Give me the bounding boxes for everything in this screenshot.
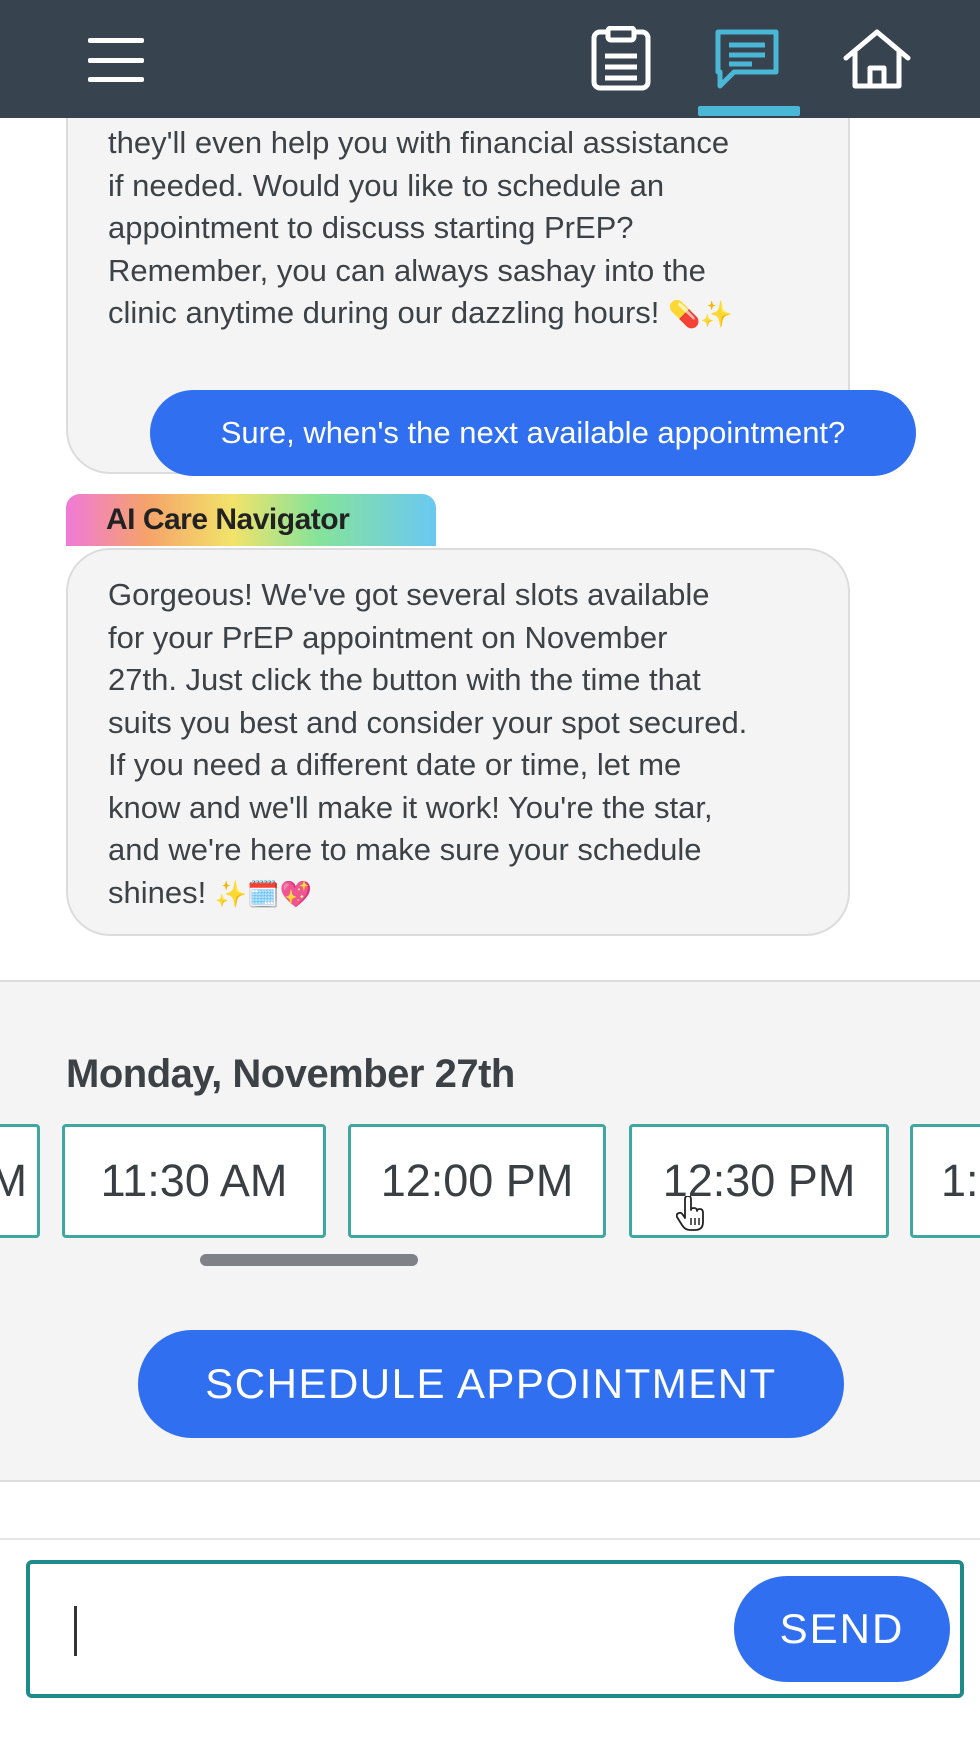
top-nav-bar [0,0,980,118]
user-message-bubble: Sure, when's the next available appointm… [150,390,916,476]
message-composer: SEND [26,1560,964,1698]
message-line: know and we'll make it work! You're the … [108,789,713,825]
time-slot-button[interactable]: 11:30 AM [62,1124,326,1238]
active-tab-indicator [698,106,800,116]
message-line: and we're here to make sure your schedul… [108,832,702,867]
send-button[interactable]: SEND [734,1576,950,1682]
chat-icon[interactable] [712,26,782,92]
schedule-appointment-button[interactable]: SCHEDULE APPOINTMENT [138,1330,844,1438]
time-slot-button[interactable]: 12:00 PM [348,1124,606,1238]
message-line: Remember, you can always sashay into the [108,252,706,288]
time-slot-carousel[interactable]: M 11:30 AM 12:00 PM 12:30 PM 1:( [0,1124,980,1240]
message-line: shines! ✨🗓️💖 [108,874,312,910]
message-input[interactable] [54,1580,744,1680]
sender-label: AI Care Navigator [66,494,436,546]
composer-divider [0,1538,980,1540]
hamburger-menu-icon[interactable] [88,38,144,82]
time-slot-button[interactable]: 1:( [910,1124,980,1238]
ai-message-bubble: Gorgeous! We've got several slots availa… [66,548,850,936]
home-icon[interactable] [842,26,912,92]
date-heading: Monday, November 27th [66,1052,515,1096]
chat-transcript[interactable]: they'll even help you with financial ass… [0,118,980,980]
message-line: for your PrEP appointment on November [108,619,668,655]
message-line: If you need a different date or time, le… [108,747,682,782]
message-line: suits you best and consider your spot se… [108,704,748,740]
message-line: Gorgeous! We've got several slots availa… [108,577,710,612]
hand-cursor-icon [676,1196,704,1231]
message-line: appointment to discuss starting PrEP? [108,210,634,245]
message-line: they'll even help you with financial ass… [108,125,730,160]
message-line: 27th. Just click the button with the tim… [108,662,701,697]
message-line: if needed. Would you like to schedule an [108,167,665,203]
carousel-scrollbar[interactable] [200,1254,418,1266]
sparkles-calendar-heart-emoji: ✨🗓️💖 [214,879,312,910]
schedule-panel: Monday, November 27th M 11:30 AM 12:00 P… [0,980,980,1482]
time-slot-button[interactable]: M [0,1124,40,1238]
clipboard-icon[interactable] [586,25,656,92]
pill-sparkles-emoji: 💊✨ [668,300,733,330]
sender-label-text: AI Care Navigator [106,503,350,536]
message-line: clinic anytime during our dazzling hours… [108,295,733,330]
text-caret [74,1606,77,1656]
time-slot-button[interactable]: 12:30 PM [629,1124,889,1238]
